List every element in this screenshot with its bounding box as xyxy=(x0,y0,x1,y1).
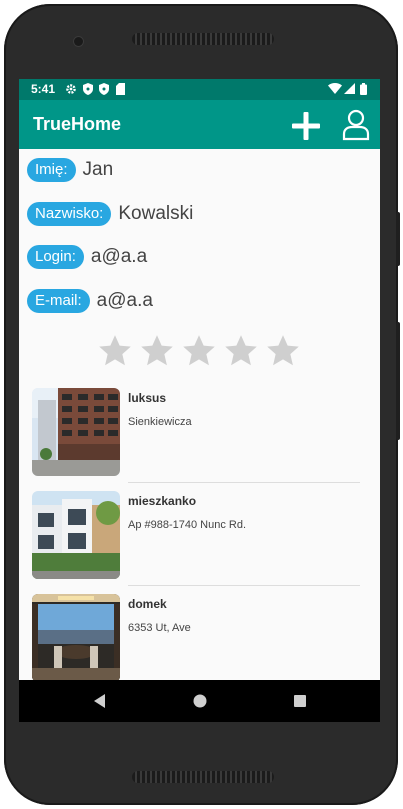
speaker-grille xyxy=(132,33,274,45)
star-icon[interactable] xyxy=(265,333,301,369)
battery-icon xyxy=(360,83,367,95)
dining-room-view-photo xyxy=(32,594,120,682)
rating-bar[interactable] xyxy=(97,333,307,369)
volume-button xyxy=(396,322,400,440)
star-icon[interactable] xyxy=(97,333,133,369)
divider xyxy=(128,482,360,483)
wifi-icon xyxy=(328,83,342,94)
sd-card-icon xyxy=(116,83,125,95)
first-name-label: Imię: xyxy=(27,158,76,182)
status-time: 5:41 xyxy=(31,82,56,96)
listing-name: luksus xyxy=(128,391,167,405)
star-icon[interactable] xyxy=(181,333,217,369)
settings-icon xyxy=(66,84,76,94)
navigation-bar xyxy=(19,680,380,722)
login-value: a@a.a xyxy=(90,246,148,267)
speaker-grille xyxy=(132,771,274,783)
shield-icon xyxy=(99,83,109,95)
recents-icon[interactable] xyxy=(291,692,309,710)
list-item[interactable]: mieszkanko Ap #988-1740 Nunc Rd. xyxy=(31,489,360,592)
login-row: Login: a@a.a xyxy=(27,245,147,271)
star-icon[interactable] xyxy=(139,333,175,369)
app-title: TrueHome xyxy=(33,114,122,134)
shield-icon xyxy=(83,83,93,95)
listings-list[interactable]: luksus Sienkiewicza mieszkanko Ap #988-1… xyxy=(31,386,360,695)
divider xyxy=(128,585,360,586)
list-item[interactable]: luksus Sienkiewicza xyxy=(31,386,360,489)
email-label: E-mail: xyxy=(27,289,90,313)
last-name-value: Kowalski xyxy=(118,203,194,224)
first-name-value: Jan xyxy=(82,159,114,180)
last-name-label: Nazwisko: xyxy=(27,202,112,226)
apartment-building-photo xyxy=(32,388,120,476)
listing-name: domek xyxy=(128,597,167,611)
back-icon[interactable] xyxy=(91,692,109,710)
modern-houses-photo xyxy=(32,491,120,579)
star-icon[interactable] xyxy=(223,333,259,369)
signal-icon xyxy=(344,83,355,94)
app-screen: 5:41 TrueHome Imię: Jan Nazwisko: Kowals… xyxy=(19,79,380,722)
add-icon[interactable] xyxy=(291,111,321,141)
status-bar: 5:41 xyxy=(19,79,380,100)
login-label: Login: xyxy=(27,245,84,269)
app-bar: TrueHome xyxy=(19,100,380,149)
last-name-row: Nazwisko: Kowalski xyxy=(27,202,193,228)
listing-name: mieszkanko xyxy=(128,494,197,508)
front-camera xyxy=(74,37,83,46)
listing-address: Ap #988-1740 Nunc Rd. xyxy=(128,519,247,531)
email-row: E-mail: a@a.a xyxy=(27,289,153,315)
listing-address: 6353 Ut, Ave xyxy=(128,622,191,634)
listing-address: Sienkiewicza xyxy=(128,416,192,428)
home-icon[interactable] xyxy=(191,692,209,710)
email-value: a@a.a xyxy=(96,290,153,311)
user-profile-icon[interactable] xyxy=(342,109,370,141)
power-button xyxy=(396,212,400,266)
first-name-row: Imię: Jan xyxy=(27,158,113,184)
